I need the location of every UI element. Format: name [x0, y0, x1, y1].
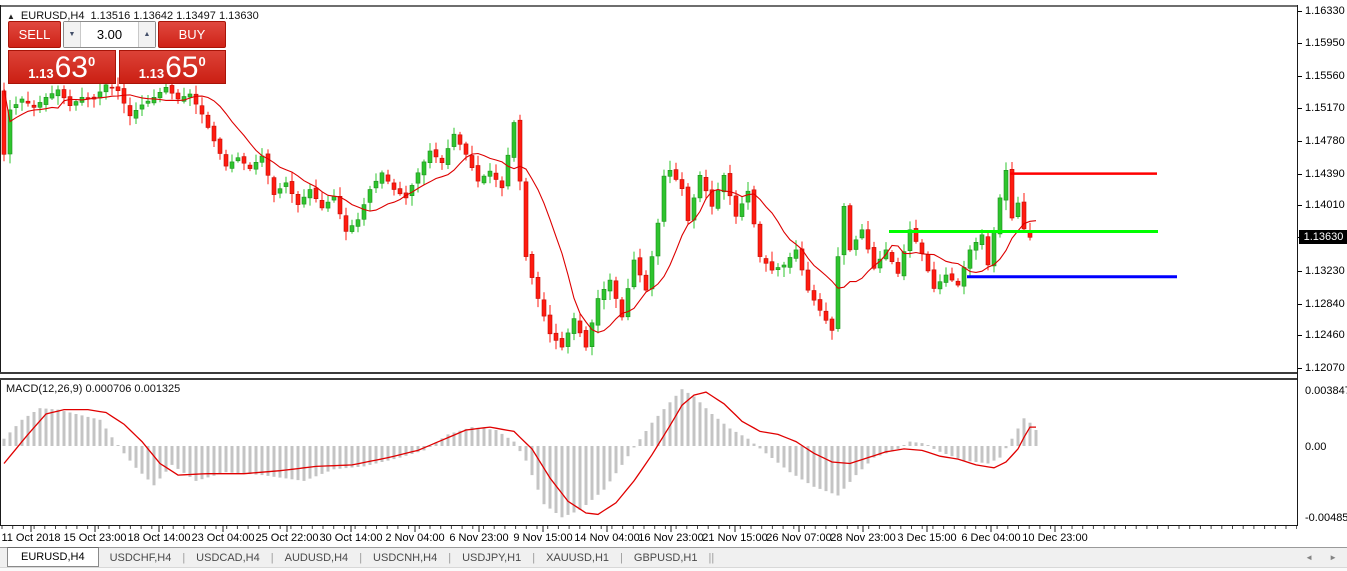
time-axis-label: 18 Oct 14:00	[128, 532, 191, 544]
sell-price-prefix: 1.13	[28, 66, 53, 81]
time-axis-label: 23 Oct 04:00	[192, 532, 255, 544]
macd-chart-canvas[interactable]	[0, 379, 1297, 525]
time-axis-label: 16 Nov 23:00	[638, 532, 703, 544]
terminal-window: ▲ EURUSD,H4 1.13516 1.13642 1.13497 1.13…	[0, 0, 1347, 571]
tab-scroll-left-icon[interactable]: ◄	[1305, 553, 1313, 562]
price-axis-tick	[1298, 108, 1302, 109]
macd-axis-label: -0.004856	[1305, 512, 1347, 524]
time-axis: 11 Oct 2018 15 Oct 23:0018 Oct 14:0023 Oc…	[0, 526, 1347, 546]
chevron-down-icon: ▼	[69, 31, 76, 38]
candles-layer	[2, 76, 1177, 356]
price-axis-tick	[1298, 304, 1302, 305]
symbol-tab-usdchf[interactable]: USDCHF,H4	[99, 548, 183, 567]
price-axis-label: 1.14390	[1305, 168, 1345, 180]
price-axis: 1.16330 1.15950 1.15560 1.15170 1.14780 1.143…	[1297, 5, 1347, 526]
price-axis-label: 1.15950	[1305, 37, 1345, 49]
volume-increase-button[interactable]: ▲	[138, 22, 155, 47]
price-axis-label: 1.12840	[1305, 298, 1345, 310]
price-axis-label: 1.12070	[1305, 362, 1345, 374]
price-axis-label: 1.14010	[1305, 199, 1345, 211]
price-axis-tick	[1298, 141, 1302, 142]
time-axis-label: 6 Dec 04:00	[961, 532, 1020, 544]
status-bar	[0, 567, 1347, 571]
symbol-tab-audusd[interactable]: AUDUSD,H4	[274, 548, 360, 567]
current-price-tag: 1.13630	[1299, 230, 1347, 244]
symbol-tab-xauusd[interactable]: XAUUSD,H1	[535, 548, 620, 567]
time-axis-label: 14 Nov 04:00	[574, 532, 639, 544]
time-axis-label: 10 Dec 23:00	[1022, 532, 1087, 544]
buy-price-prefix: 1.13	[139, 66, 164, 81]
tab-scroll-controls: ◄ ►	[1305, 547, 1337, 567]
tab-separator: |	[711, 548, 714, 567]
time-axis-label: 9 Nov 15:00	[513, 532, 572, 544]
time-axis-label: 6 Nov 23:00	[449, 532, 508, 544]
price-axis-tick	[1298, 335, 1302, 336]
macd-axis-label: 0.003847	[1305, 385, 1347, 397]
time-axis-label: 11 Oct 2018	[1, 532, 60, 544]
price-axis-label: 1.16330	[1305, 5, 1345, 17]
volume-input[interactable]: 3.00	[81, 22, 138, 47]
buy-price-main: 65	[165, 55, 198, 81]
time-axis-label: 28 Nov 23:00	[830, 532, 895, 544]
time-axis-label: 26 Nov 07:00	[766, 532, 831, 544]
time-axis-label: 3 Dec 15:00	[897, 532, 956, 544]
price-axis-tick	[1298, 11, 1302, 12]
price-axis-label: 1.15560	[1305, 70, 1345, 82]
symbol-tab-gbpusd[interactable]: GBPUSD,H1	[623, 548, 709, 567]
time-axis-label: 21 Nov 15:00	[702, 532, 767, 544]
time-axis-label: 25 Oct 22:00	[256, 532, 319, 544]
symbol-tab-usdjpy[interactable]: USDJPY,H1	[451, 548, 532, 567]
price-axis-tick	[1298, 76, 1302, 77]
symbol-tab-usdcad[interactable]: USDCAD,H4	[185, 548, 271, 567]
symbol-tab-usdcnh[interactable]: USDCNH,H4	[362, 548, 448, 567]
symbol-tab-eurusd[interactable]: EURUSD,H4	[7, 547, 99, 567]
price-axis-label: 1.13230	[1305, 265, 1345, 277]
price-axis-tick	[1298, 271, 1302, 272]
macd-histogram	[3, 389, 1038, 517]
volume-stepper: ▼ 3.00 ▲	[63, 21, 156, 48]
symbol-tab-bar: EURUSD,H4USDCHF,H4|USDCAD,H4|AUDUSD,H4|U…	[0, 547, 1347, 567]
price-axis-tick	[1298, 368, 1302, 369]
price-axis-tick	[1298, 43, 1302, 44]
buy-button[interactable]: BUY	[158, 21, 226, 48]
sell-price-tile[interactable]: 1.13 63 0	[8, 50, 116, 84]
one-click-trading-panel: SELL ▼ 3.00 ▲ BUY 1.13 63 0 1.13 65 0	[8, 21, 226, 84]
macd-indicator-label: MACD(12,26,9) 0.000706 0.001325	[6, 383, 180, 395]
sell-price-main: 63	[55, 55, 88, 81]
symbol-marker-icon: ▲	[7, 12, 15, 21]
time-axis-label: 15 Oct 23:00	[64, 532, 127, 544]
time-axis-label: 30 Oct 14:00	[320, 532, 383, 544]
chevron-up-icon: ▲	[144, 31, 151, 38]
time-axis-label: 2 Nov 04:00	[385, 532, 444, 544]
price-axis-tick	[1298, 205, 1302, 206]
macd-axis-label: 0.00	[1305, 441, 1326, 453]
tab-scroll-right-icon[interactable]: ►	[1329, 553, 1337, 562]
sell-price-sup: 0	[88, 54, 95, 69]
price-axis-label: 1.15170	[1305, 102, 1345, 114]
price-axis-label: 1.14780	[1305, 135, 1345, 147]
sell-button[interactable]: SELL	[8, 21, 61, 48]
buy-price-tile[interactable]: 1.13 65 0	[119, 50, 227, 84]
volume-decrease-button[interactable]: ▼	[64, 22, 81, 47]
price-axis-tick	[1298, 174, 1302, 175]
price-axis-label: 1.12460	[1305, 329, 1345, 341]
buy-price-sup: 0	[198, 54, 205, 69]
